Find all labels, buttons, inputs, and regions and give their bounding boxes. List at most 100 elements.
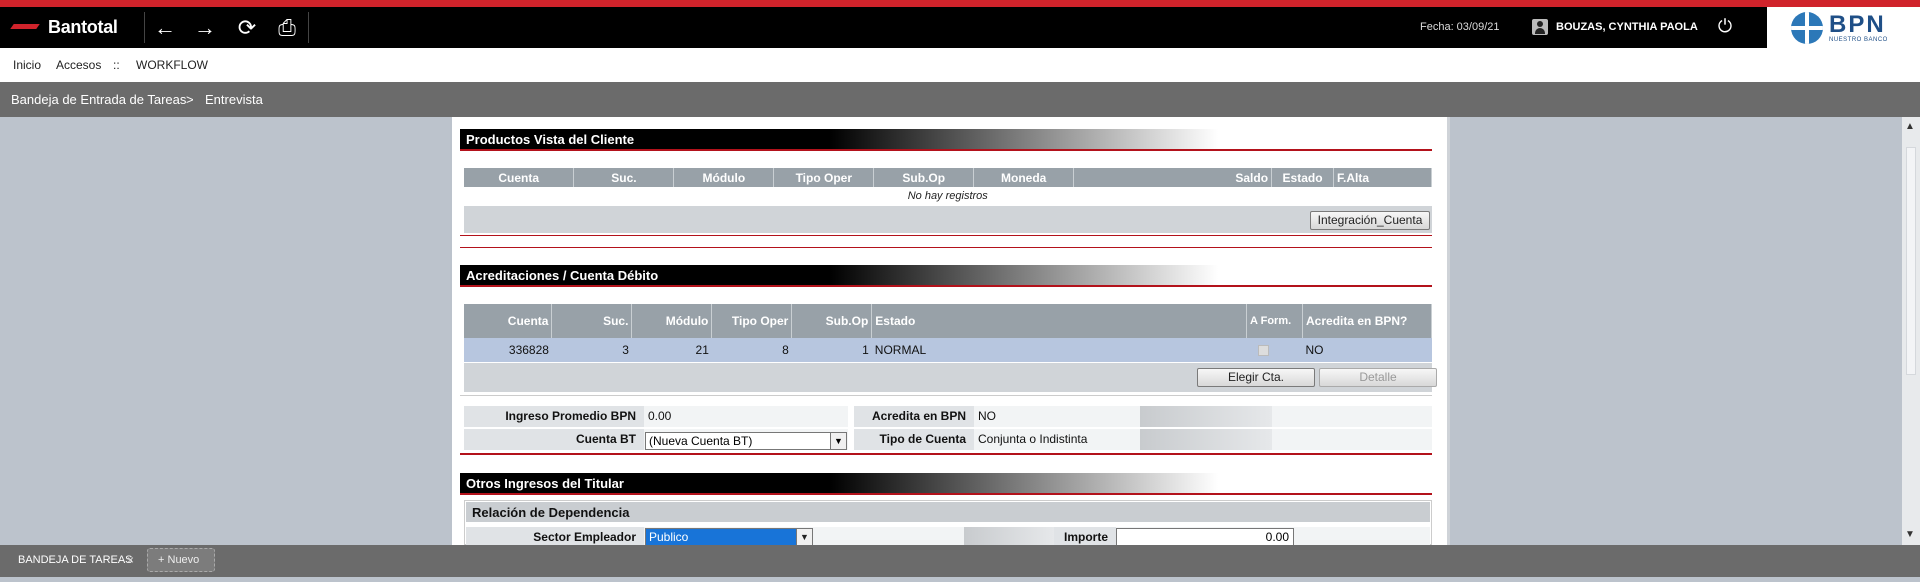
arrow-right-icon: → xyxy=(194,15,216,40)
menu-item-workflow[interactable]: WORKFLOW xyxy=(136,58,208,72)
breadcrumb-separator: > xyxy=(186,92,194,107)
menu-item-inicio[interactable]: Inicio xyxy=(13,58,41,72)
back-button[interactable]: ← xyxy=(150,14,180,42)
col-cuenta[interactable]: Cuenta xyxy=(464,304,553,338)
table-row[interactable]: 336828 3 21 8 1 NORMAL NO xyxy=(464,338,1432,362)
breadcrumb-item-bandeja[interactable]: Bandeja de Entrada de Tareas xyxy=(11,92,186,107)
bpn-logo: BPN NUESTRO BANCO xyxy=(1767,7,1920,48)
bank-slogan: NUESTRO BANCO xyxy=(1829,36,1888,43)
section-divider xyxy=(460,493,1432,495)
cuenta-bt-selected: (Nueva Cuenta BT) xyxy=(649,434,753,448)
app-name: Bantotal xyxy=(48,16,118,37)
chevron-down-icon: ▼ xyxy=(830,433,846,449)
arrow-left-icon: ← xyxy=(154,15,176,40)
col-cuenta[interactable]: Cuenta xyxy=(464,168,575,187)
col-suc[interactable]: Suc. xyxy=(573,168,675,187)
col-saldo[interactable]: Saldo xyxy=(1073,168,1273,187)
new-tab-label: Nuevo xyxy=(167,554,200,566)
user-info[interactable]: BOUZAS, CYNTHIA PAOLA xyxy=(1532,19,1698,35)
menu-item-accesos[interactable]: Accesos xyxy=(56,58,101,72)
empty-field xyxy=(1140,406,1272,427)
logout-button[interactable]: ⏻ xyxy=(1714,16,1736,38)
elegir-cuenta-button[interactable]: Elegir Cta. xyxy=(1197,368,1315,387)
integracion-cuenta-button[interactable]: Integración_Cuenta xyxy=(1310,211,1430,230)
col-moneda[interactable]: Moneda xyxy=(973,168,1075,187)
user-name: BOUZAS, CYNTHIA PAOLA xyxy=(1556,21,1698,33)
scroll-down-icon[interactable]: ▼ xyxy=(1905,529,1915,540)
cell-modulo: 21 xyxy=(631,338,712,362)
scroll-thumb[interactable] xyxy=(1906,147,1916,375)
cell-estado: NORMAL xyxy=(871,338,1247,362)
bank-name: BPN xyxy=(1829,10,1886,38)
content-panel: Productos Vista del Cliente Cuenta Suc. … xyxy=(452,117,1450,545)
cell-a-form xyxy=(1246,338,1303,362)
printer-icon: ⎙ xyxy=(278,15,296,40)
ingreso-promedio-value: 0.00 xyxy=(644,406,848,427)
cell-suc: 3 xyxy=(551,338,632,362)
chevron-down-icon: ▼ xyxy=(796,529,812,545)
section-title-otros-ingresos: Otros Ingresos del Titular xyxy=(460,473,1432,493)
bottom-strip xyxy=(0,577,1920,582)
detalle-button[interactable]: Detalle xyxy=(1319,368,1437,387)
importe-label: Importe xyxy=(1054,527,1116,545)
form-row-cuenta: Cuenta BT Tipo de Cuenta Conjunta o Indi… xyxy=(464,429,1432,450)
cell-sub-op: 1 xyxy=(791,338,872,362)
new-tab-button[interactable]: + Nuevo xyxy=(147,548,215,572)
empty-field xyxy=(1272,429,1432,450)
section-divider xyxy=(460,247,1432,248)
a-form-checkbox[interactable] xyxy=(1257,345,1269,356)
refresh-icon: ⟳ xyxy=(237,15,257,40)
plus-icon: + xyxy=(158,554,165,566)
user-icon xyxy=(1532,19,1548,35)
section-divider xyxy=(460,453,1432,455)
forward-button[interactable]: → xyxy=(190,14,220,42)
col-tipo-oper[interactable]: Tipo Oper xyxy=(711,304,793,338)
refresh-button[interactable]: ⟳ xyxy=(232,14,262,42)
cuenta-bt-label: Cuenta BT xyxy=(464,429,644,450)
productos-actions xyxy=(464,206,1432,233)
col-sub-op[interactable]: Sub.Op xyxy=(873,168,975,187)
col-modulo[interactable]: Módulo xyxy=(631,304,713,338)
empty-field xyxy=(964,527,1054,545)
menu-separator: :: xyxy=(113,58,120,72)
cell-acredita-bpn: NO xyxy=(1302,338,1432,362)
sector-empleador-select[interactable]: Publico ▼ xyxy=(645,528,813,545)
col-sub-op[interactable]: Sub.Op xyxy=(791,304,873,338)
productos-table: Cuenta Suc. Módulo Tipo Oper Sub.Op Mone… xyxy=(464,168,1432,205)
main-menu: Inicio Accesos :: WORKFLOW xyxy=(0,48,1920,82)
ingreso-promedio-label: Ingreso Promedio BPN xyxy=(464,406,644,427)
scroll-up-icon[interactable]: ▲ xyxy=(1905,121,1915,132)
tab-bandeja-de-tareas[interactable]: BANDEJA DE TAREAS xyxy=(0,545,142,574)
col-estado[interactable]: Estado xyxy=(871,304,1248,338)
vertical-scrollbar[interactable]: ▲ ▼ xyxy=(1902,117,1920,545)
section-title-acreditaciones: Acreditaciones / Cuenta Débito xyxy=(460,265,1432,285)
print-button[interactable]: ⎙ xyxy=(272,14,302,42)
relacion-dependencia-title: Relación de Dependencia xyxy=(466,502,1430,522)
col-tipo-oper[interactable]: Tipo Oper xyxy=(773,168,875,187)
toolbar-divider xyxy=(308,12,309,43)
top-accent-line xyxy=(0,0,1920,7)
col-suc[interactable]: Suc. xyxy=(551,304,633,338)
importe-input[interactable]: 0.00 xyxy=(1116,528,1294,545)
breadcrumb: Bandeja de Entrada de Tareas > Entrevist… xyxy=(0,82,1920,117)
tipo-cuenta-label: Tipo de Cuenta xyxy=(854,429,974,450)
bantotal-logo-mark xyxy=(12,22,40,32)
col-acredita-bpn[interactable]: Acredita en BPN? xyxy=(1302,304,1432,338)
section-divider xyxy=(460,235,1432,236)
acredita-bpn-label: Acredita en BPN xyxy=(854,406,974,427)
col-a-form[interactable]: A Form. xyxy=(1246,304,1304,338)
bantotal-logo: Bantotal xyxy=(12,13,118,41)
current-date: Fecha: 03/09/21 xyxy=(1420,21,1500,33)
bpn-globe-icon xyxy=(1791,11,1823,44)
breadcrumb-item-entrevista: Entrevista xyxy=(205,92,263,107)
cuenta-bt-select[interactable]: (Nueva Cuenta BT) ▼ xyxy=(645,432,847,450)
section-divider xyxy=(460,285,1432,287)
section-divider xyxy=(460,149,1432,151)
empty-field xyxy=(1140,429,1272,450)
toolbar-divider xyxy=(144,12,145,43)
col-modulo[interactable]: Módulo xyxy=(673,168,775,187)
col-estado[interactable]: Estado xyxy=(1271,168,1335,187)
close-icon[interactable]: × xyxy=(127,553,134,567)
col-f-alta[interactable]: F.Alta xyxy=(1333,168,1432,187)
section-title-productos: Productos Vista del Cliente xyxy=(460,129,1432,149)
